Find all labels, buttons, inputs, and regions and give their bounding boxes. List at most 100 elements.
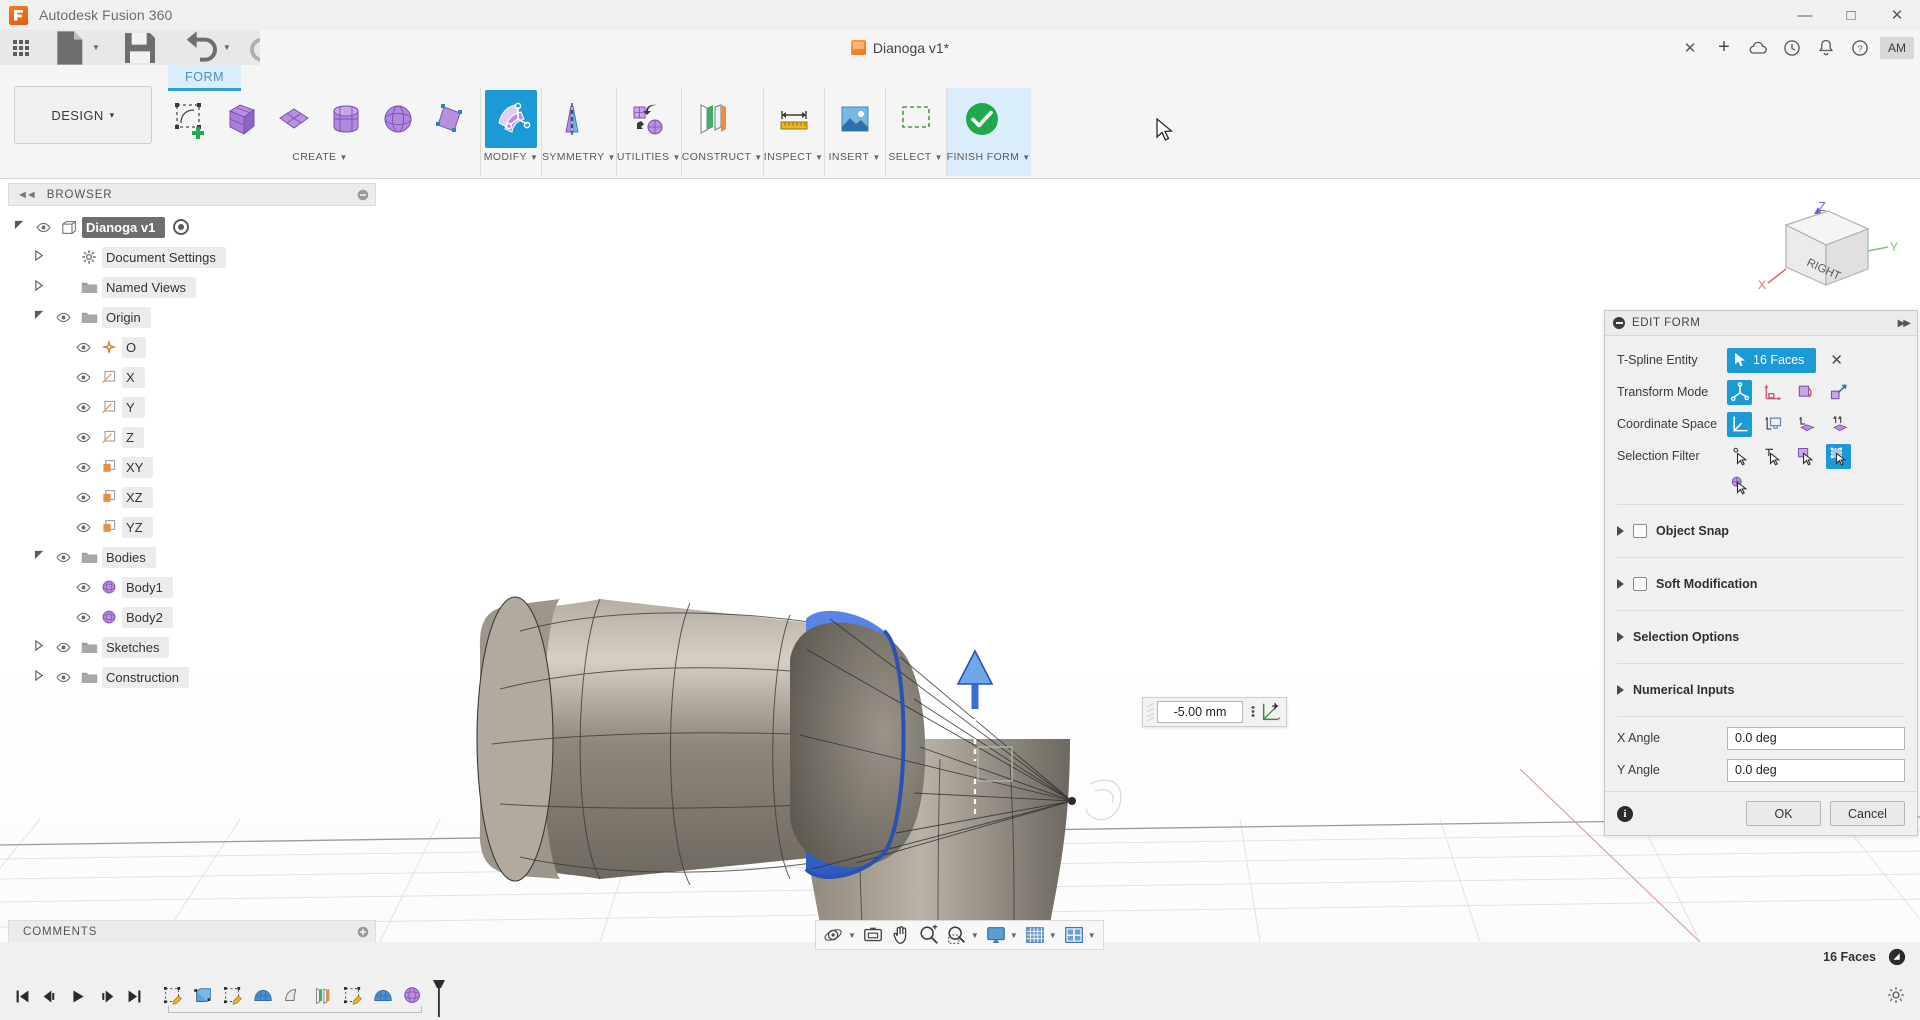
- y-angle-input[interactable]: [1727, 758, 1905, 782]
- close-document-button[interactable]: ✕: [1674, 33, 1706, 63]
- visibility-eye-icon[interactable]: [70, 370, 96, 385]
- visibility-eye-icon[interactable]: [70, 490, 96, 505]
- collapse-left-icon[interactable]: ◄◄: [17, 189, 37, 201]
- visibility-eye-icon[interactable]: [70, 580, 96, 595]
- timeline-play[interactable]: [64, 981, 92, 1011]
- plane-tool[interactable]: [268, 90, 320, 148]
- transform-mode-free[interactable]: [1727, 379, 1752, 405]
- visibility-eye-icon[interactable]: [50, 670, 76, 685]
- tree-node-y[interactable]: Y: [8, 392, 376, 422]
- zoom-tool[interactable]: [915, 921, 943, 949]
- help-icon[interactable]: ?: [1844, 33, 1876, 63]
- soft-modification-checkbox[interactable]: [1633, 577, 1647, 591]
- face-tool[interactable]: [424, 90, 476, 148]
- visibility-eye-icon[interactable]: [70, 430, 96, 445]
- tree-node-named-views[interactable]: Named Views: [8, 272, 376, 302]
- tree-node-z[interactable]: Z: [8, 422, 376, 452]
- tree-node-document-settings[interactable]: Document Settings: [8, 242, 376, 272]
- collapse-icon[interactable]: [1613, 317, 1625, 329]
- finish-form-tool[interactable]: [951, 90, 1013, 148]
- tree-node-yz[interactable]: YZ: [8, 512, 376, 542]
- tree-node-xz[interactable]: XZ: [8, 482, 376, 512]
- tree-node-origin[interactable]: Origin: [8, 302, 376, 332]
- twisty-collapsed-icon[interactable]: [28, 639, 50, 654]
- twisty-expanded-icon[interactable]: [28, 310, 50, 324]
- visibility-eye-icon[interactable]: [70, 340, 96, 355]
- coordinate-space-local[interactable]: [1826, 412, 1851, 437]
- tree-node-body1[interactable]: Body1: [8, 572, 376, 602]
- twisty-expanded-icon[interactable]: [28, 550, 50, 564]
- comments-panel[interactable]: COMMENTS: [8, 920, 376, 943]
- maximize-button[interactable]: □: [1828, 0, 1874, 30]
- selection-filter-face[interactable]: [1793, 444, 1818, 469]
- coordinate-space-normal[interactable]: [1793, 412, 1818, 437]
- timeline-go-end[interactable]: [120, 981, 148, 1011]
- avatar[interactable]: AM: [1880, 36, 1914, 59]
- mirror-internal-tool[interactable]: [546, 90, 598, 148]
- pan-tool[interactable]: [887, 921, 915, 949]
- visibility-eye-icon[interactable]: [70, 610, 96, 625]
- view-cube[interactable]: Z RIGHT Y X: [1742, 189, 1902, 299]
- coordinate-space-world[interactable]: [1727, 411, 1752, 437]
- transform-mode-rotate[interactable]: [1793, 380, 1818, 405]
- viewports[interactable]: ▼: [1060, 921, 1099, 949]
- visibility-eye-icon[interactable]: [70, 520, 96, 535]
- accordion-object-snap[interactable]: Object Snap: [1605, 511, 1917, 551]
- measure-tool[interactable]: [768, 90, 820, 148]
- timeline-step-back[interactable]: [36, 981, 64, 1011]
- tree-node-x[interactable]: X: [8, 362, 376, 392]
- tree-node-dianoga-v1[interactable]: Dianoga v1: [8, 212, 376, 242]
- clear-selection-icon[interactable]: ✕: [1830, 351, 1843, 369]
- ok-button[interactable]: OK: [1746, 801, 1821, 826]
- minimize-button[interactable]: —: [1782, 0, 1828, 30]
- twisty-collapsed-icon[interactable]: [28, 249, 50, 264]
- app-grid-button[interactable]: [8, 30, 34, 65]
- orbit-tool[interactable]: ▼: [820, 921, 859, 949]
- timeline-go-start[interactable]: [8, 981, 36, 1011]
- select-tool[interactable]: [890, 90, 942, 148]
- twisty-expanded-icon[interactable]: [8, 220, 30, 234]
- browser-dock-icon[interactable]: [355, 187, 371, 203]
- edit-form-tool[interactable]: [485, 90, 537, 148]
- new-tab-button[interactable]: +: [1708, 33, 1740, 63]
- insert-canvas-tool[interactable]: [829, 90, 881, 148]
- vertical-dots-icon[interactable]: • • •: [1246, 703, 1260, 722]
- sphere-tool[interactable]: [372, 90, 424, 148]
- timeline-step-forward[interactable]: [92, 981, 120, 1011]
- activate-component-radio[interactable]: [173, 219, 190, 235]
- document-tab[interactable]: Dianoga v1*: [839, 30, 961, 65]
- distance-input[interactable]: [1157, 701, 1243, 723]
- visibility-eye-icon[interactable]: [30, 220, 56, 235]
- timeline-settings-button[interactable]: [1886, 985, 1906, 1008]
- cancel-button[interactable]: Cancel: [1830, 801, 1905, 826]
- resize-grip-icon[interactable]: [1888, 948, 1906, 966]
- accordion-selection-options[interactable]: Selection Options: [1605, 617, 1917, 657]
- box-tool[interactable]: [216, 90, 268, 148]
- visibility-eye-icon[interactable]: [70, 460, 96, 475]
- workspace-selector[interactable]: DESIGN ▾: [14, 86, 152, 144]
- tree-node-construction[interactable]: Construction: [8, 662, 376, 692]
- close-button[interactable]: ✕: [1874, 0, 1920, 30]
- tree-node-xy[interactable]: XY: [8, 452, 376, 482]
- display-settings[interactable]: ▼: [982, 921, 1021, 949]
- clock-icon[interactable]: [1776, 33, 1808, 63]
- grid-snaps[interactable]: ▼: [1021, 921, 1060, 949]
- fit-tool[interactable]: ▼: [943, 921, 982, 949]
- selection-filter-box[interactable]: [1826, 443, 1851, 469]
- selection-filter-vertex[interactable]: [1727, 444, 1752, 469]
- manipulator-axis-icon[interactable]: [1260, 701, 1282, 723]
- visibility-eye-icon[interactable]: [50, 550, 76, 565]
- bell-icon[interactable]: [1810, 33, 1842, 63]
- cylinder-tool[interactable]: [320, 90, 372, 148]
- selection-filter-body[interactable]: [1727, 473, 1752, 498]
- object-snap-checkbox[interactable]: [1633, 524, 1647, 538]
- accordion-soft-modification[interactable]: Soft Modification: [1605, 564, 1917, 604]
- selection-filter-edge[interactable]: [1760, 444, 1785, 469]
- expand-right-icon[interactable]: ▶▶: [1898, 318, 1911, 329]
- create-form-tool[interactable]: [164, 90, 216, 148]
- twisty-collapsed-icon[interactable]: [28, 669, 50, 684]
- x-angle-input[interactable]: [1727, 726, 1905, 750]
- accordion-numerical-inputs[interactable]: Numerical Inputs: [1605, 670, 1917, 710]
- tree-node-o[interactable]: O: [8, 332, 376, 362]
- info-icon[interactable]: i: [1617, 805, 1633, 822]
